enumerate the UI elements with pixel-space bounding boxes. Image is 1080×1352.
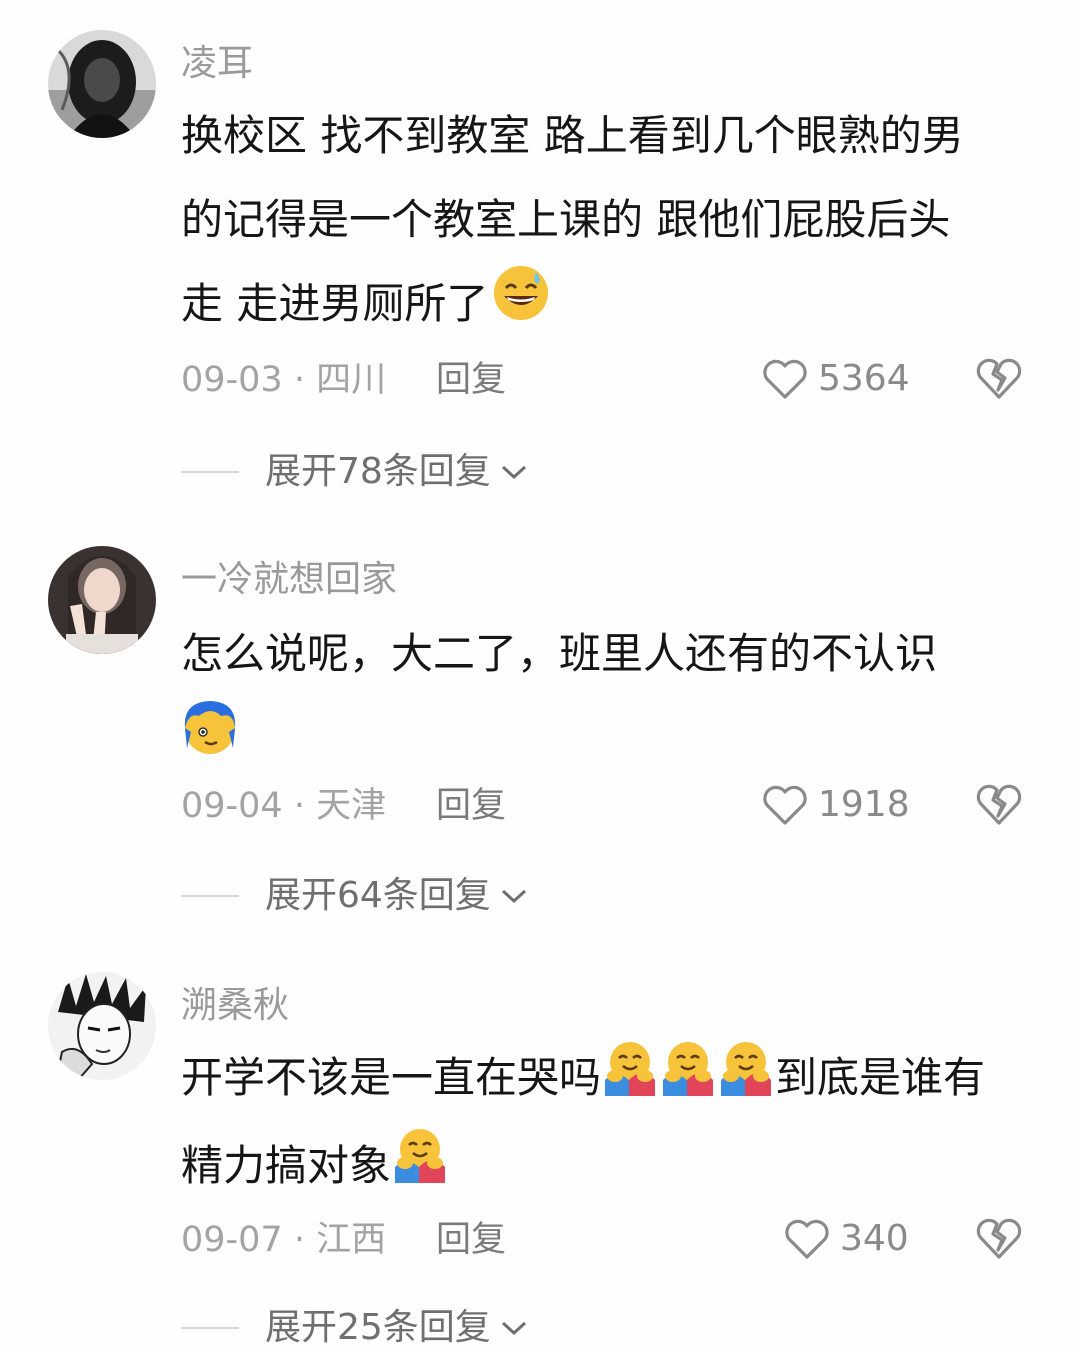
comment-line: 的记得是一个教室上课的 跟他们屁股后头 — [181, 195, 951, 244]
like-count: 340 — [840, 1218, 909, 1259]
reply-button[interactable]: 回复 — [436, 360, 506, 400]
comment-date: 09-03 — [181, 360, 283, 400]
heart-icon — [763, 359, 807, 399]
chevron-down-icon — [501, 465, 526, 480]
meta-separator: · — [293, 360, 305, 400]
divider-line — [181, 1327, 239, 1329]
username[interactable]: 溯桑秋 — [181, 986, 289, 1026]
like-count: 1918 — [818, 784, 910, 825]
comment-location: 天津 — [316, 786, 387, 826]
divider-line — [181, 471, 239, 473]
avatar[interactable] — [48, 972, 156, 1080]
expand-replies-button[interactable]: 展开25条回复 — [181, 1308, 529, 1348]
meta-separator: · — [293, 1220, 305, 1260]
expand-replies-button[interactable]: 展开78条回复 — [181, 452, 529, 492]
avatar[interactable] — [48, 546, 156, 654]
chevron-down-icon — [501, 1321, 526, 1336]
comment-text: 换校区 找不到教室 路上看到几个眼熟的男 的记得是一个教室上课的 跟他们屁股后头… — [181, 94, 1041, 350]
username[interactable]: 凌耳 — [181, 44, 253, 84]
meta-separator: · — [293, 786, 305, 826]
heart-icon — [785, 1219, 829, 1259]
heart-icon — [763, 785, 807, 825]
blue-hair-face-emoji — [181, 698, 239, 784]
broken-heart-icon — [976, 358, 1022, 399]
username[interactable]: 一冷就想回家 — [181, 560, 397, 600]
reply-button[interactable]: 回复 — [436, 1220, 506, 1260]
comment-location: 四川 — [316, 360, 387, 400]
like-button[interactable]: 1918 — [762, 784, 910, 826]
reply-button[interactable]: 回复 — [436, 786, 506, 826]
broken-heart-icon — [976, 784, 1022, 825]
hugging-face-emoji — [601, 1038, 659, 1124]
avatar[interactable] — [48, 30, 156, 138]
dislike-button[interactable] — [976, 1216, 1022, 1262]
comment-date: 09-07 — [181, 1220, 283, 1260]
comment-meta: 09-04 · 天津 — [181, 786, 386, 826]
dislike-button[interactable] — [976, 782, 1022, 828]
expand-replies-label: 展开25条回复 — [265, 1307, 491, 1348]
comment-line: 开学不该是一直在哭吗 到底是谁有 — [181, 1036, 1061, 1124]
hugging-face-emoji — [659, 1038, 717, 1124]
comment-line: 怎么说呢，大二了，班里人还有的不认识 — [181, 629, 938, 678]
comment-location: 江西 — [316, 1220, 387, 1260]
like-count: 5364 — [818, 358, 910, 399]
expand-replies-label: 展开64条回复 — [265, 875, 491, 916]
comment-line-text: 到底是谁有 — [775, 1053, 986, 1102]
comment-meta: 09-07 · 江西 — [181, 1220, 386, 1260]
comment-text: 开学不该是一直在哭吗 到底是谁有 精力搞对象 — [181, 1036, 1061, 1211]
comment-line: 换校区 找不到教室 路上看到几个眼熟的男 — [181, 111, 964, 160]
comment-text: 怎么说呢，大二了，班里人还有的不认识 — [181, 612, 1041, 784]
expand-replies-label: 展开78条回复 — [265, 451, 491, 492]
divider-line — [181, 895, 239, 897]
dislike-button[interactable] — [976, 356, 1022, 402]
comment-date: 09-04 — [181, 786, 283, 826]
expand-replies-button[interactable]: 展开64条回复 — [181, 876, 529, 916]
comment-meta: 09-03 · 四川 — [181, 360, 386, 400]
like-button[interactable]: 5364 — [762, 358, 910, 400]
comment-line: 走 走进男厕所了 — [181, 262, 1041, 350]
hugging-face-emoji — [391, 1125, 449, 1211]
broken-heart-icon — [976, 1218, 1022, 1259]
comment-line-text: 精力搞对象 — [181, 1140, 392, 1190]
comment-line: 精力搞对象 — [181, 1124, 1061, 1212]
hugging-face-emoji — [717, 1038, 775, 1124]
chevron-down-icon — [501, 889, 526, 904]
grinning-sweat-emoji — [492, 264, 550, 350]
comment-line-text: 走 走进男厕所了 — [181, 279, 489, 328]
comment-line-text: 开学不该是一直在哭吗 — [181, 1053, 602, 1102]
like-button[interactable]: 340 — [784, 1218, 909, 1260]
comment-line — [181, 696, 1041, 784]
